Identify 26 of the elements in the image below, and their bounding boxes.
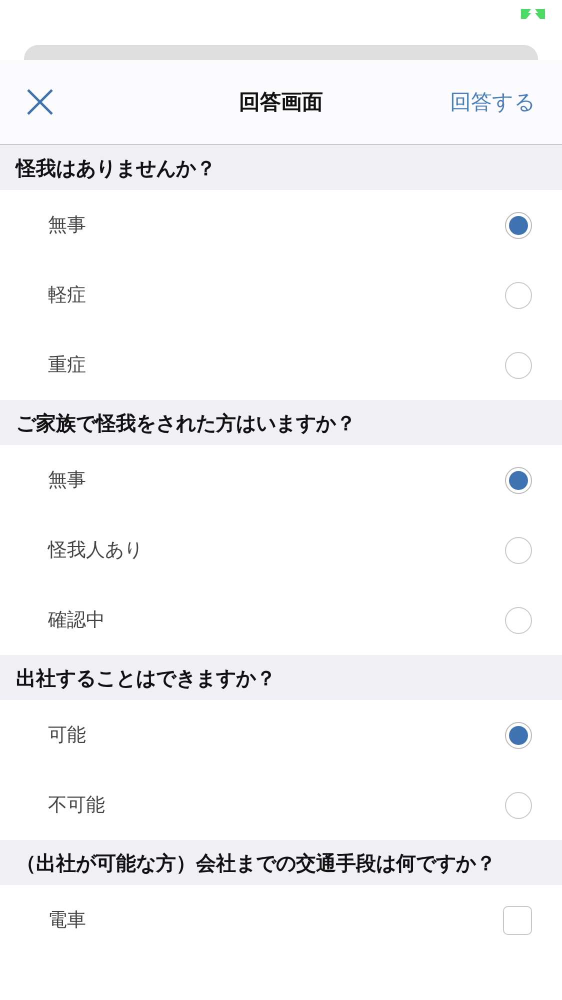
option-label: 不可能 xyxy=(48,793,105,818)
screen-title: 回答画面 xyxy=(239,89,323,116)
option-label: 可能 xyxy=(48,723,86,748)
radio-button[interactable] xyxy=(505,212,532,238)
battery-icon xyxy=(520,8,546,20)
option-label: 無事 xyxy=(48,213,86,238)
option-label: 怪我人あり xyxy=(48,538,143,563)
radio-button[interactable] xyxy=(505,536,532,564)
radio-button[interactable] xyxy=(505,792,532,818)
checkbox[interactable] xyxy=(503,906,532,934)
option-label: 重症 xyxy=(48,353,86,378)
question-text: 怪我はありませんか？ xyxy=(16,154,216,182)
question-text: 出社することはできますか？ xyxy=(16,664,276,692)
question-text: （出社が可能な方）会社までの交通手段は何ですか？ xyxy=(16,850,496,876)
submit-button[interactable]: 回答する xyxy=(450,88,536,116)
option-label: 確認中 xyxy=(48,608,105,633)
close-icon[interactable] xyxy=(26,88,54,116)
radio-button[interactable] xyxy=(505,282,532,308)
radio-button[interactable] xyxy=(505,466,532,494)
option-label: 軽症 xyxy=(48,283,86,308)
radio-button[interactable] xyxy=(505,606,532,634)
question-text: ご家族で怪我をされた方はいますか？ xyxy=(16,410,356,436)
radio-button[interactable] xyxy=(505,352,532,378)
option-label: 無事 xyxy=(48,468,86,493)
option-label: 電車 xyxy=(48,908,86,933)
radio-button[interactable] xyxy=(505,722,532,748)
